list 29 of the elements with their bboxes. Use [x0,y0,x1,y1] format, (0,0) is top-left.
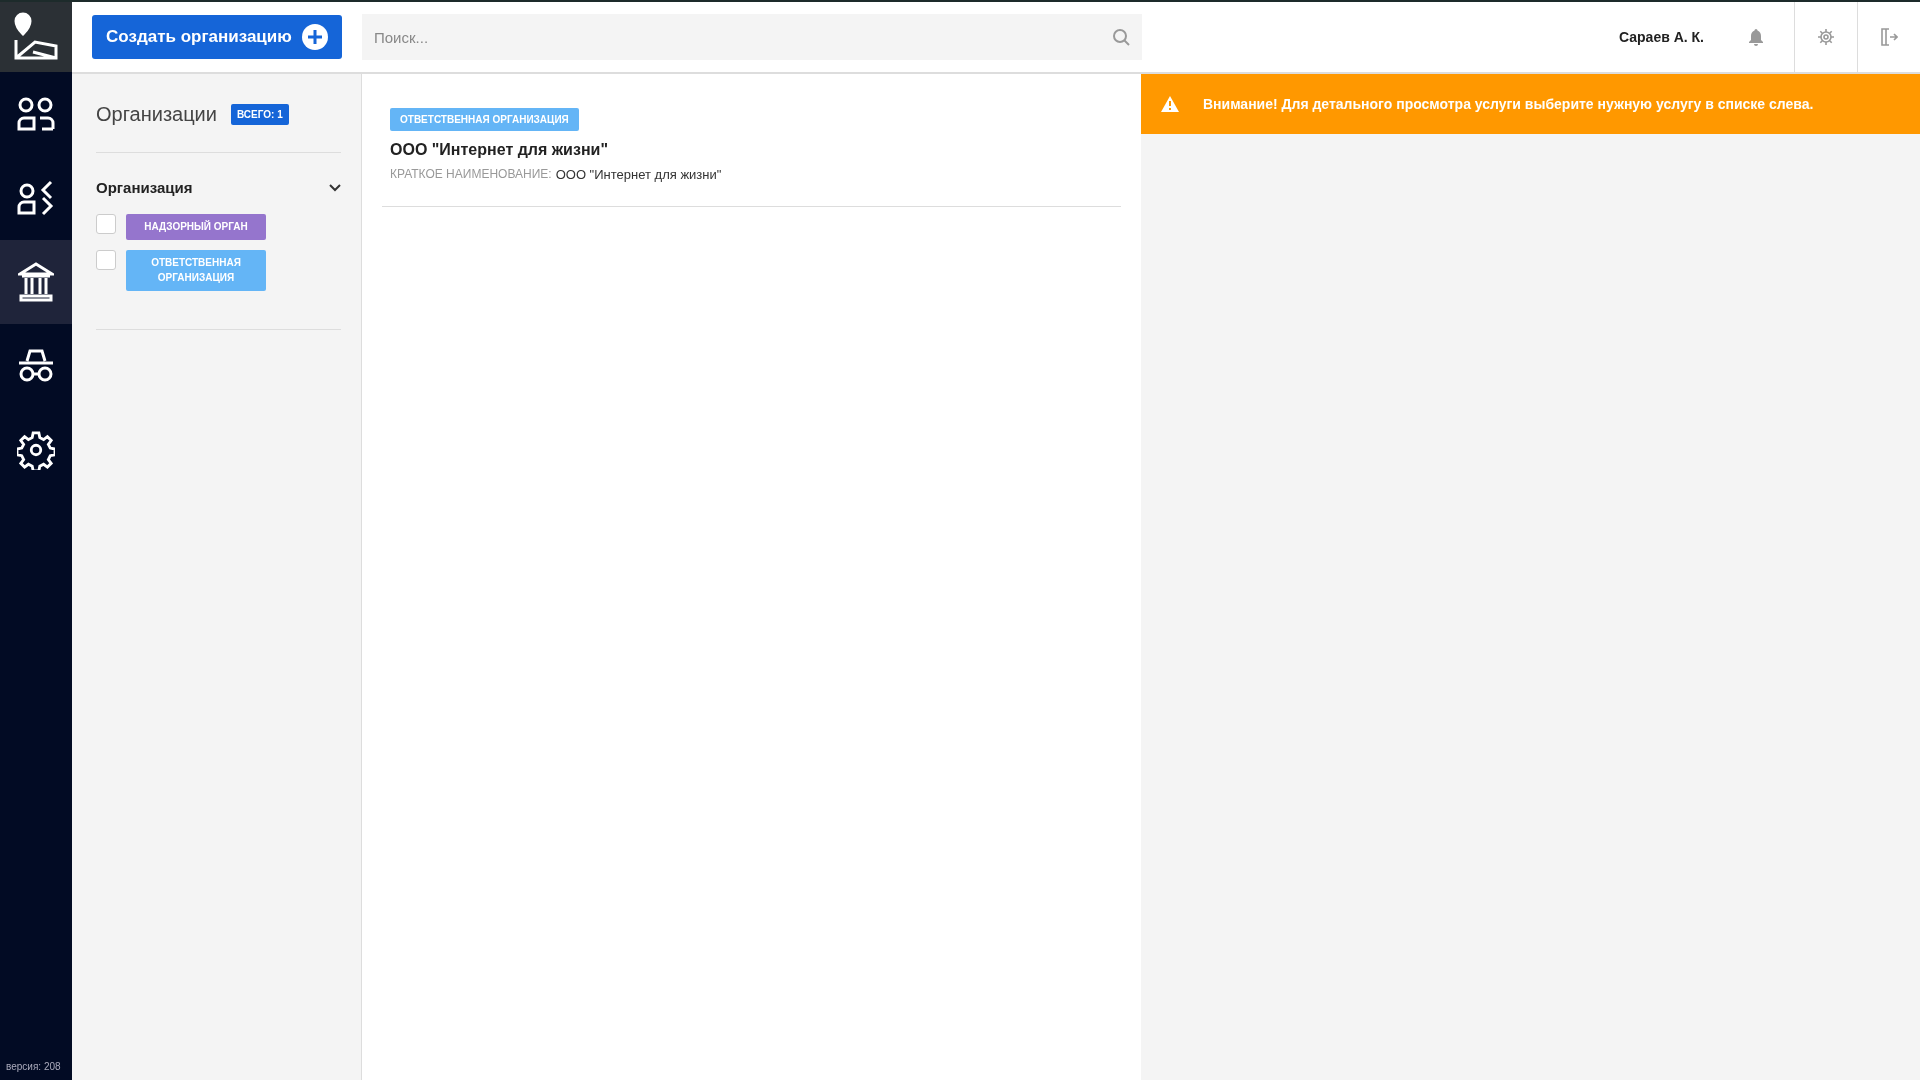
version-label: версия: 208 [5,1061,62,1074]
nav-item[interactable] [0,240,72,324]
bell-icon[interactable] [1748,28,1764,46]
create-organization-button[interactable]: Создать организацию [92,15,342,59]
checkbox[interactable] [96,214,116,234]
user-name[interactable]: Сараев А. К. [1619,29,1704,45]
checkbox[interactable] [96,249,116,270]
settings-icon [17,430,55,470]
hat-glasses-icon [17,349,55,383]
category-tag[interactable]: НАДЗОРНЫЙ ОРГАН [126,214,266,240]
search-icon [1112,28,1130,46]
search-field[interactable]: Поиск... [362,14,1142,60]
user-arrows-icon [17,180,55,216]
plus-icon [302,24,328,50]
category-tag: ОТВЕТСТВЕННАЯ ОРГАНИЗАЦИЯ [390,108,579,131]
warning-text: Внимание! Для детального просмотра услуги выберите нужную услугу в списке слева. [1203,96,1814,112]
bank-icon [18,262,54,302]
logout-icon[interactable] [1880,27,1898,47]
organization-name: ООО "Интернет для жизни" [390,141,608,159]
warning-icon [1161,96,1179,112]
organization-card[interactable]: ОТВЕТСТВЕННАЯ ОРГАНИЗАЦИЯ ООО "Интернет для жизни" КРАТКОЕ НАИМЕНОВАНИЕ: ООО "Интернет для жизни" [382,108,1121,207]
short-name-label: КРАТКОЕ НАИМЕНОВАНИЕ: [390,167,552,182]
total-badge: ВСЕГО: 1 [230,103,289,125]
map-pin-icon[interactable] [13,12,59,62]
panel-title: Организации [96,102,217,126]
settings-icon[interactable] [1817,28,1835,46]
filter-group-header[interactable]: Организация [96,179,341,196]
short-name-value: ООО "Интернет для жизни" [555,167,722,182]
users-icon [17,97,55,131]
